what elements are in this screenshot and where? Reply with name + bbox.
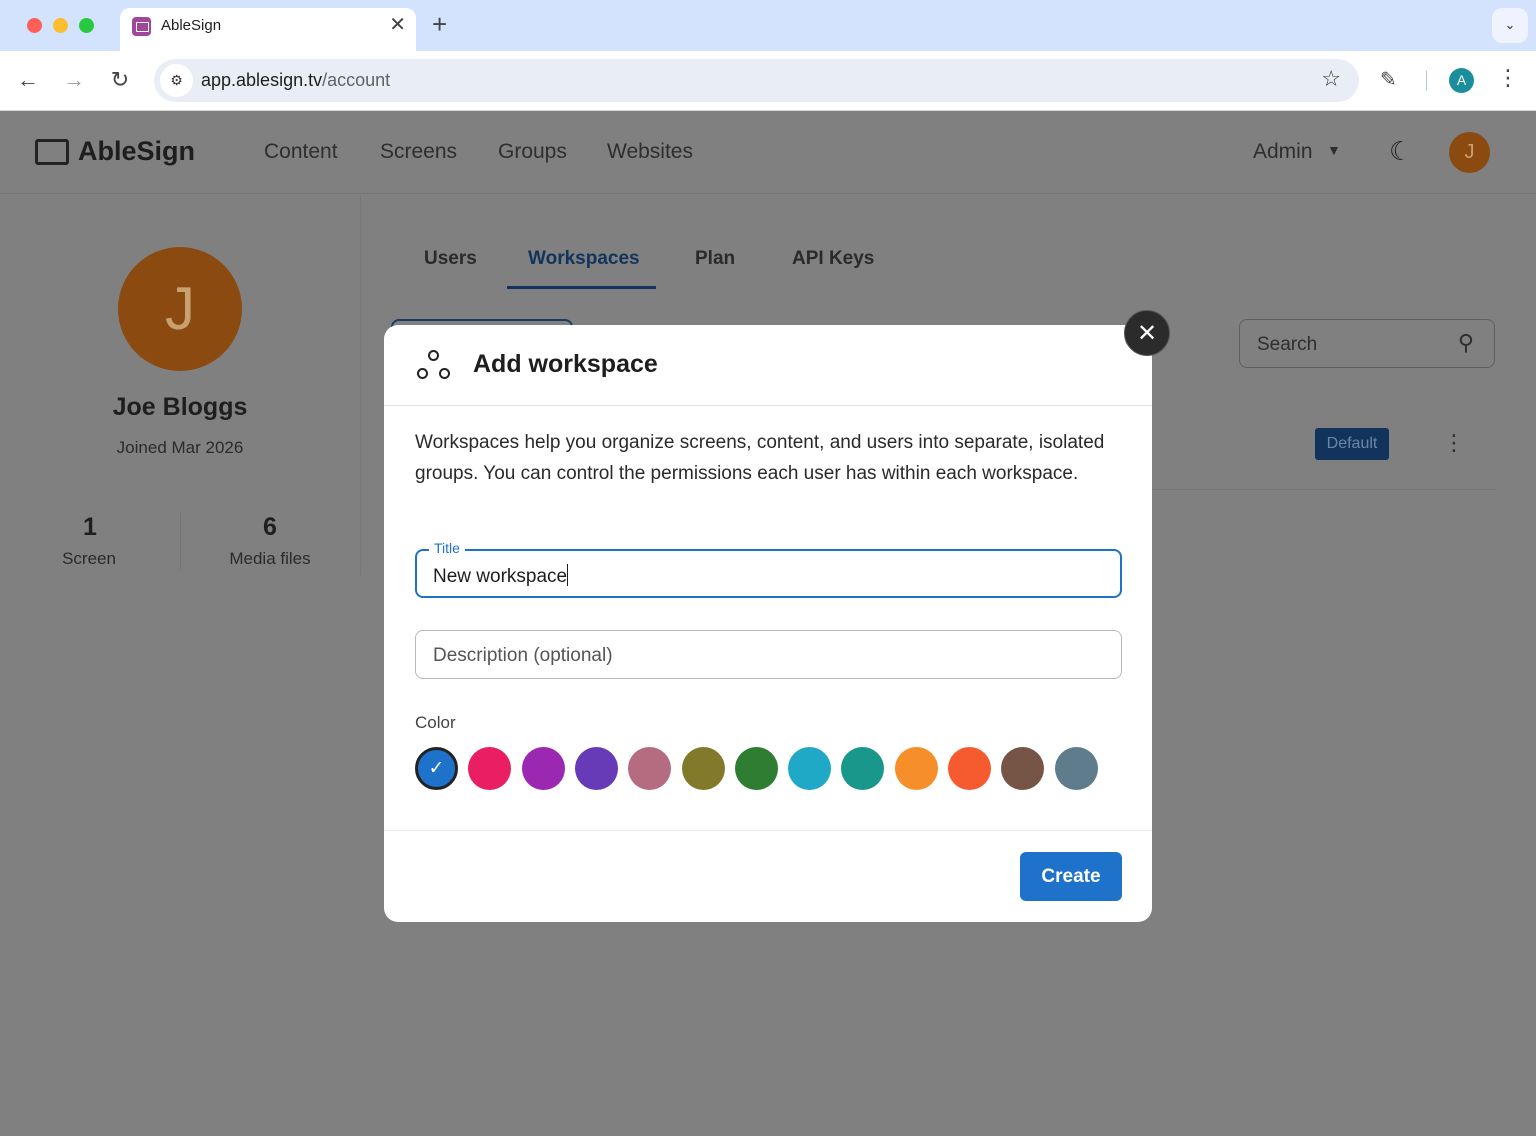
default-badge: Default [1315,428,1389,460]
tab-users[interactable]: Users [424,248,477,270]
profile-panel: J Joe Bloggs Joined Mar 2026 1 Screen 6 … [0,195,361,575]
title-field[interactable]: Title New workspace [415,540,1122,598]
row-more-icon[interactable]: ⋮ [1443,430,1465,456]
browser-tabstrip: AbleSign ✕ + ⌄ [0,0,1536,51]
role-dropdown[interactable]: Admin [1253,140,1313,164]
profile-name: Joe Bloggs [112,393,248,421]
url-path: /account [322,70,391,90]
color-swatch[interactable] [1001,747,1045,790]
toolbar-divider [1426,71,1427,91]
forward-arrow-icon[interactable]: → [59,65,89,95]
url-text[interactable]: app.ablesign.tv/account [201,70,390,91]
dialog-title: Add workspace [473,350,658,378]
color-swatch[interactable] [788,747,832,790]
caret-down-icon[interactable]: ▼ [1327,142,1341,158]
site-info-icon[interactable]: ⚙ [160,64,193,97]
color-swatch[interactable] [468,747,512,790]
color-swatch[interactable] [681,747,725,790]
address-bar[interactable]: ⚙ app.ablesign.tv/account ☆ [154,59,1359,102]
color-swatch[interactable] [734,747,778,790]
back-arrow-icon[interactable]: ← [13,65,43,95]
tab-plan[interactable]: Plan [695,248,735,270]
tab-workspaces[interactable]: Workspaces [528,248,640,270]
ablesign-favicon-icon [132,17,151,36]
app-header: AbleSign Content Screens Groups Websites… [0,112,1536,194]
brand-name[interactable]: AbleSign [78,136,195,167]
ablesign-logo-icon [35,139,69,165]
dialog-description: Workspaces help you organize screens, co… [415,432,1105,484]
window-minimize-button[interactable] [53,18,68,33]
nav-screens[interactable]: Screens [380,140,457,164]
title-field-label: Title [429,540,465,556]
color-swatch[interactable] [574,747,618,790]
tab-title: AbleSign [161,17,222,34]
color-swatch[interactable] [894,747,938,790]
dialog-header: Add workspace [384,325,1152,406]
description-field[interactable]: Description (optional) [415,630,1122,679]
stat-media-label: Media files [229,549,311,568]
nav-content[interactable]: Content [264,140,338,164]
browser-profile-avatar[interactable]: A [1449,68,1474,93]
window-close-button[interactable] [27,18,42,33]
window-zoom-button[interactable] [79,18,94,33]
active-tab-indicator [507,286,656,289]
bookmark-star-icon[interactable]: ☆ [1321,66,1341,92]
tab-api-keys[interactable]: API Keys [792,248,874,270]
color-swatch[interactable] [521,747,565,790]
color-swatch[interactable]: ✓ [415,747,458,790]
browser-menu-icon[interactable]: ⋮ [1497,65,1519,91]
nav-groups[interactable]: Groups [498,140,567,164]
extensions-puzzle-icon[interactable]: ✎ [1380,67,1397,92]
text-cursor [567,564,569,586]
profile-avatar: J [118,247,242,371]
color-swatch[interactable] [948,747,991,790]
nav-websites[interactable]: Websites [607,140,693,164]
color-swatch[interactable] [1054,747,1098,790]
dialog-close-icon[interactable]: ✕ [1124,310,1170,356]
workspaces-icon [416,349,452,383]
color-label: Color [415,713,456,732]
search-icon[interactable]: ⚲ [1458,330,1474,356]
title-input-text: New workspace [433,566,568,587]
search-placeholder: Search [1257,334,1318,355]
title-field-value[interactable]: New workspace [433,564,569,588]
create-button[interactable]: Create [1020,852,1122,901]
tab-search-chevron-icon[interactable]: ⌄ [1492,8,1528,43]
browser-toolbar: ← → ↻ ⚙ app.ablesign.tv/account ☆ ✎ A ⋮ [0,51,1536,111]
stat-screens-value: 1 [83,513,97,541]
search-input[interactable]: Search ⚲ [1239,319,1495,368]
tab-close-icon[interactable]: ✕ [389,14,406,36]
browser-tab[interactable]: AbleSign ✕ [120,8,416,51]
user-avatar[interactable]: J [1449,132,1490,173]
dialog-footer-divider [384,830,1152,831]
new-tab-button[interactable]: + [432,11,447,37]
url-host: app.ablesign.tv [201,70,323,90]
stat-screens-label: Screen [62,549,116,568]
stat-media-value: 6 [263,513,277,541]
reload-icon[interactable]: ↻ [105,65,135,95]
row-divider [1152,489,1497,490]
color-swatch[interactable] [841,747,885,790]
color-swatch[interactable] [628,747,672,790]
profile-joined-date: Joined Mar 2026 [116,438,244,457]
checkmark-icon: ✓ [428,758,445,779]
description-placeholder: Description (optional) [433,645,613,666]
stat-divider [180,513,181,571]
add-workspace-dialog: Add workspace Workspaces help you organi… [384,325,1152,922]
dark-mode-moon-icon[interactable]: ☾ [1389,136,1412,167]
